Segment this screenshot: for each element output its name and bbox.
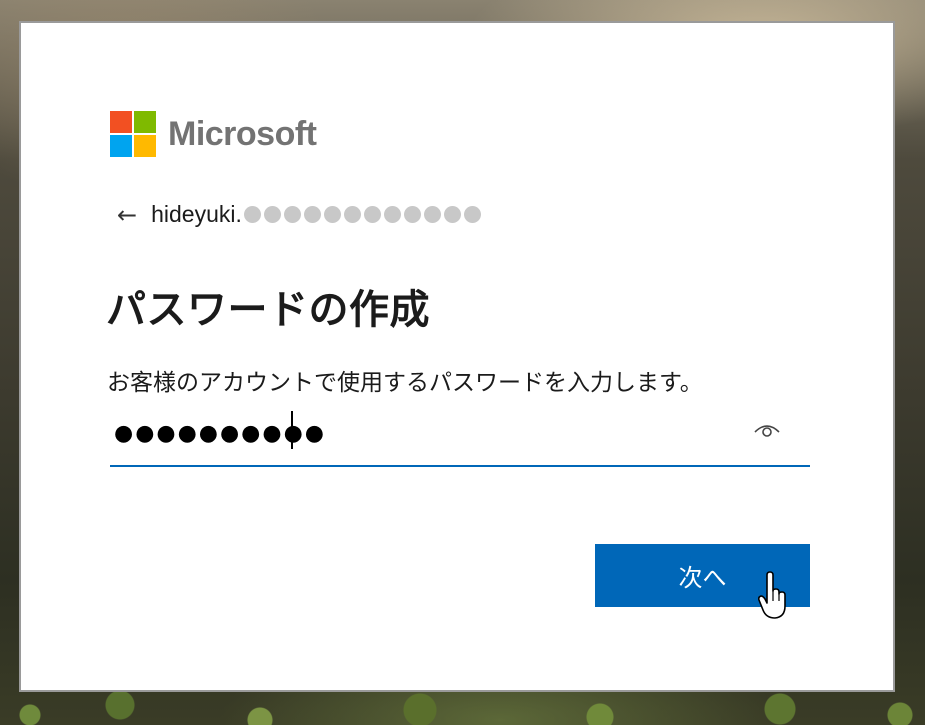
page-title: パスワードの作成 xyxy=(106,287,430,333)
mask-dot xyxy=(363,206,381,223)
mask-dot xyxy=(243,206,261,223)
mask-dot xyxy=(403,206,421,223)
page-description: お客様のアカウントで使用するパスワードを入力します。 xyxy=(107,370,703,396)
microsoft-logo-text: Microsoft xyxy=(168,114,317,153)
identity-email: hideyuki. xyxy=(151,201,242,227)
back-arrow-icon[interactable]: ← xyxy=(117,203,137,227)
mask-dot xyxy=(463,206,481,223)
password-input[interactable]: ●●●●●●●●●● xyxy=(110,411,810,467)
mask-dot xyxy=(323,206,341,223)
identity-banner[interactable]: ← hideyuki. xyxy=(117,201,481,228)
mask-dot xyxy=(423,206,441,223)
create-password-dialog: Microsoft ← hideyuki. パスワードの作成 お客様のアカウント… xyxy=(19,21,895,692)
eye-icon[interactable] xyxy=(752,419,782,439)
mask-dot xyxy=(343,206,361,223)
text-caret xyxy=(291,411,293,449)
microsoft-logo: Microsoft xyxy=(110,111,317,157)
next-button[interactable]: 次へ xyxy=(595,544,810,607)
mask-dot xyxy=(263,206,281,223)
mask-dot xyxy=(303,206,321,223)
mask-dot xyxy=(283,206,301,223)
identity-email-mask xyxy=(243,206,481,223)
mask-dot xyxy=(443,206,461,223)
microsoft-logo-icon xyxy=(110,111,156,157)
password-value: ●●●●●●●●●● xyxy=(114,421,326,446)
mask-dot xyxy=(383,206,401,223)
